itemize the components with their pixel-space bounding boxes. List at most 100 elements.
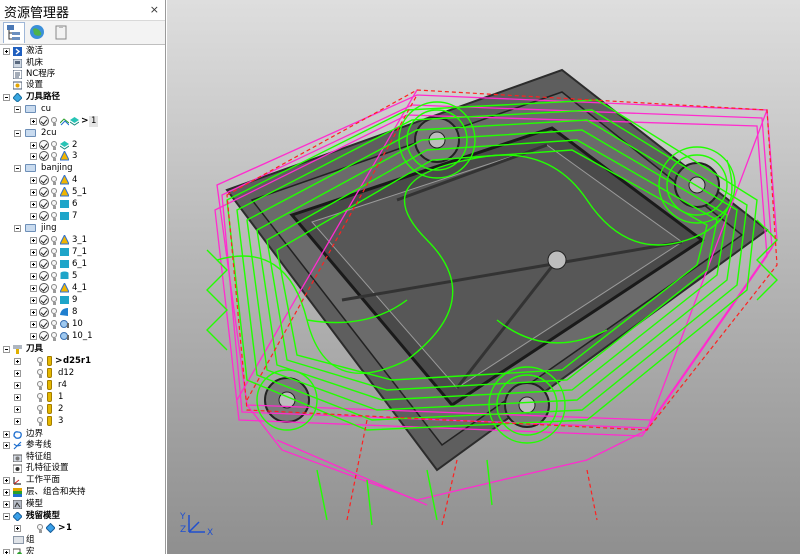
- lightbulb-icon[interactable]: [51, 260, 57, 269]
- tree-item-toolpath[interactable]: 2: [0, 140, 165, 151]
- collapse-icon[interactable]: [14, 106, 21, 113]
- lightbulb-icon[interactable]: [51, 141, 57, 150]
- lightbulb-icon[interactable]: [37, 405, 43, 414]
- expand-icon[interactable]: [14, 525, 21, 532]
- lightbulb-icon[interactable]: [37, 524, 43, 533]
- tree-item-toolpath[interactable]: 9: [0, 295, 165, 306]
- expand-icon[interactable]: [30, 177, 37, 184]
- tree-item-stock-model[interactable]: > 1: [0, 523, 165, 534]
- tree-item-workplanes[interactable]: 工作平面: [0, 475, 165, 486]
- expand-icon[interactable]: [30, 297, 37, 304]
- tree-folder-banjing[interactable]: banjing: [0, 163, 165, 174]
- tree-item-toolpath[interactable]: 7: [0, 211, 165, 222]
- check-icon[interactable]: [39, 319, 49, 329]
- expand-icon[interactable]: [30, 261, 37, 268]
- tree-item-activate[interactable]: 激活: [0, 46, 165, 57]
- lightbulb-icon[interactable]: [51, 212, 57, 221]
- tree-item-toolpath[interactable]: 5_1: [0, 187, 165, 198]
- check-icon[interactable]: [39, 295, 49, 305]
- tree-item-hole-feature-sets[interactable]: 孔特征设置: [0, 463, 165, 474]
- expand-icon[interactable]: [30, 285, 37, 292]
- lightbulb-icon[interactable]: [51, 188, 57, 197]
- tree-item-toolpath[interactable]: 6: [0, 199, 165, 210]
- check-icon[interactable]: [39, 175, 49, 185]
- check-icon[interactable]: [39, 151, 49, 161]
- check-icon[interactable]: [39, 211, 49, 221]
- lightbulb-icon[interactable]: [37, 369, 43, 378]
- lightbulb-icon[interactable]: [51, 236, 57, 245]
- expand-icon[interactable]: [30, 333, 37, 340]
- close-icon[interactable]: ×: [150, 3, 159, 16]
- tree-item-toolpath[interactable]: 8: [0, 307, 165, 318]
- tree-item-setup[interactable]: 设置: [0, 80, 165, 91]
- lightbulb-icon[interactable]: [51, 176, 57, 185]
- expand-icon[interactable]: [3, 431, 10, 438]
- lightbulb-icon[interactable]: [37, 393, 43, 402]
- lightbulb-icon[interactable]: [51, 200, 57, 209]
- expand-icon[interactable]: [30, 189, 37, 196]
- tree-item-levels[interactable]: 层、组合和夹持: [0, 487, 165, 498]
- tree-item-nc-program[interactable]: NC程序: [0, 69, 165, 80]
- expand-icon[interactable]: [14, 418, 21, 425]
- lightbulb-icon[interactable]: [51, 284, 57, 293]
- tree-item-models[interactable]: 模型: [0, 499, 165, 510]
- expand-icon[interactable]: [30, 213, 37, 220]
- collapse-icon[interactable]: [14, 165, 21, 172]
- tree-item-machine[interactable]: 机床: [0, 58, 165, 69]
- tree-item-macros[interactable]: 宏: [0, 547, 165, 554]
- tree-item-groups[interactable]: 组: [0, 535, 165, 546]
- check-icon[interactable]: [39, 116, 49, 126]
- collapse-icon[interactable]: [3, 346, 10, 353]
- lightbulb-icon[interactable]: [51, 308, 57, 317]
- tree-item-toolpath[interactable]: 4: [0, 175, 165, 186]
- expand-icon[interactable]: [3, 489, 10, 496]
- check-icon[interactable]: [39, 259, 49, 269]
- check-icon[interactable]: [39, 187, 49, 197]
- tab-web[interactable]: [27, 22, 49, 43]
- check-icon[interactable]: [39, 235, 49, 245]
- lightbulb-icon[interactable]: [51, 272, 57, 281]
- expand-icon[interactable]: [30, 309, 37, 316]
- tree-item-tool[interactable]: d12: [0, 368, 165, 379]
- tree-item-tool[interactable]: > d25r1: [0, 356, 165, 367]
- expand-icon[interactable]: [3, 48, 10, 55]
- expand-icon[interactable]: [14, 370, 21, 377]
- lightbulb-icon[interactable]: [51, 152, 57, 161]
- tree-item-toolpath[interactable]: 10_1: [0, 331, 165, 342]
- tree-item-feature-sets[interactable]: 特征组: [0, 452, 165, 463]
- expand-icon[interactable]: [30, 321, 37, 328]
- tree-item-tool[interactable]: 3: [0, 416, 165, 427]
- expand-icon[interactable]: [14, 394, 21, 401]
- expand-icon[interactable]: [14, 406, 21, 413]
- check-icon[interactable]: [39, 140, 49, 150]
- tree-item-patterns[interactable]: 参考线: [0, 440, 165, 451]
- collapse-icon[interactable]: [14, 225, 21, 232]
- collapse-icon[interactable]: [3, 94, 10, 101]
- tree-item-toolpath[interactable]: 3_1: [0, 235, 165, 246]
- tab-clipboard[interactable]: [51, 22, 73, 43]
- expand-icon[interactable]: [30, 142, 37, 149]
- expand-icon[interactable]: [30, 201, 37, 208]
- tree-folder-cu[interactable]: cu: [0, 104, 165, 115]
- expand-icon[interactable]: [3, 501, 10, 508]
- check-icon[interactable]: [39, 331, 49, 341]
- check-icon[interactable]: [39, 199, 49, 209]
- expand-icon[interactable]: [30, 153, 37, 160]
- lightbulb-icon[interactable]: [37, 357, 43, 366]
- check-icon[interactable]: [39, 283, 49, 293]
- expand-icon[interactable]: [3, 442, 10, 449]
- expand-icon[interactable]: [30, 249, 37, 256]
- lightbulb-icon[interactable]: [51, 320, 57, 329]
- expand-icon[interactable]: [30, 237, 37, 244]
- expand-icon[interactable]: [30, 273, 37, 280]
- expand-icon[interactable]: [3, 477, 10, 484]
- expand-icon[interactable]: [14, 382, 21, 389]
- tree-folder-2cu[interactable]: 2cu: [0, 128, 165, 139]
- tree-item-toolpath[interactable]: 10: [0, 319, 165, 330]
- check-icon[interactable]: [39, 307, 49, 317]
- tree-item-tools[interactable]: 刀具: [0, 344, 165, 355]
- lightbulb-icon[interactable]: [51, 117, 57, 126]
- lightbulb-icon[interactable]: [51, 332, 57, 341]
- lightbulb-icon[interactable]: [51, 248, 57, 257]
- tree-item-toolpath[interactable]: 4_1: [0, 283, 165, 294]
